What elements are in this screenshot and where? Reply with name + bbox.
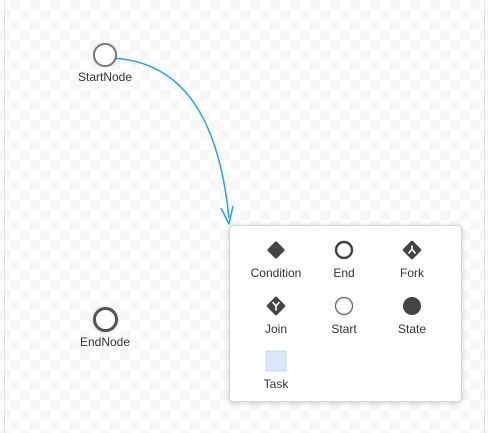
end-node-icon[interactable] — [92, 307, 118, 332]
palette-item-label: End — [333, 266, 355, 280]
fork-icon — [402, 240, 422, 260]
palette-item-task[interactable]: Task — [241, 349, 311, 391]
end-node[interactable]: EndNode — [70, 307, 140, 349]
palette-item-end[interactable]: End — [309, 238, 379, 280]
palette-item-state[interactable]: State — [377, 294, 447, 336]
task-square-icon — [265, 350, 287, 372]
workflow-canvas[interactable]: StartNode EndNode Condition End Fork Joi… — [0, 0, 488, 433]
palette-item-label: Fork — [400, 266, 424, 280]
start-circle-icon — [334, 296, 354, 316]
palette-item-condition[interactable]: Condition — [241, 238, 311, 280]
connector-arrowhead — [220, 205, 234, 225]
end-circle-icon — [334, 240, 354, 260]
start-node-label: StartNode — [77, 70, 133, 84]
palette-item-label: Start — [331, 322, 357, 336]
canvas-left-border — [4, 0, 5, 433]
condition-diamond-icon — [267, 241, 285, 259]
palette-item-label: Task — [263, 377, 289, 391]
state-filled-circle-icon — [403, 297, 421, 315]
canvas-right-border — [484, 0, 485, 433]
palette-item-label: Join — [264, 322, 287, 336]
start-node-icon[interactable] — [93, 43, 117, 67]
palette-item-label: State — [397, 322, 427, 336]
palette-item-join[interactable]: Join — [241, 294, 311, 336]
palette-item-start[interactable]: Start — [309, 294, 379, 336]
palette-item-label: Condition — [250, 266, 302, 280]
node-type-palette: Condition End Fork Join Start State Task — [229, 225, 462, 402]
end-node-label: EndNode — [79, 335, 131, 349]
palette-item-fork[interactable]: Fork — [377, 238, 447, 280]
start-node[interactable]: StartNode — [70, 43, 140, 84]
join-icon — [266, 296, 286, 316]
